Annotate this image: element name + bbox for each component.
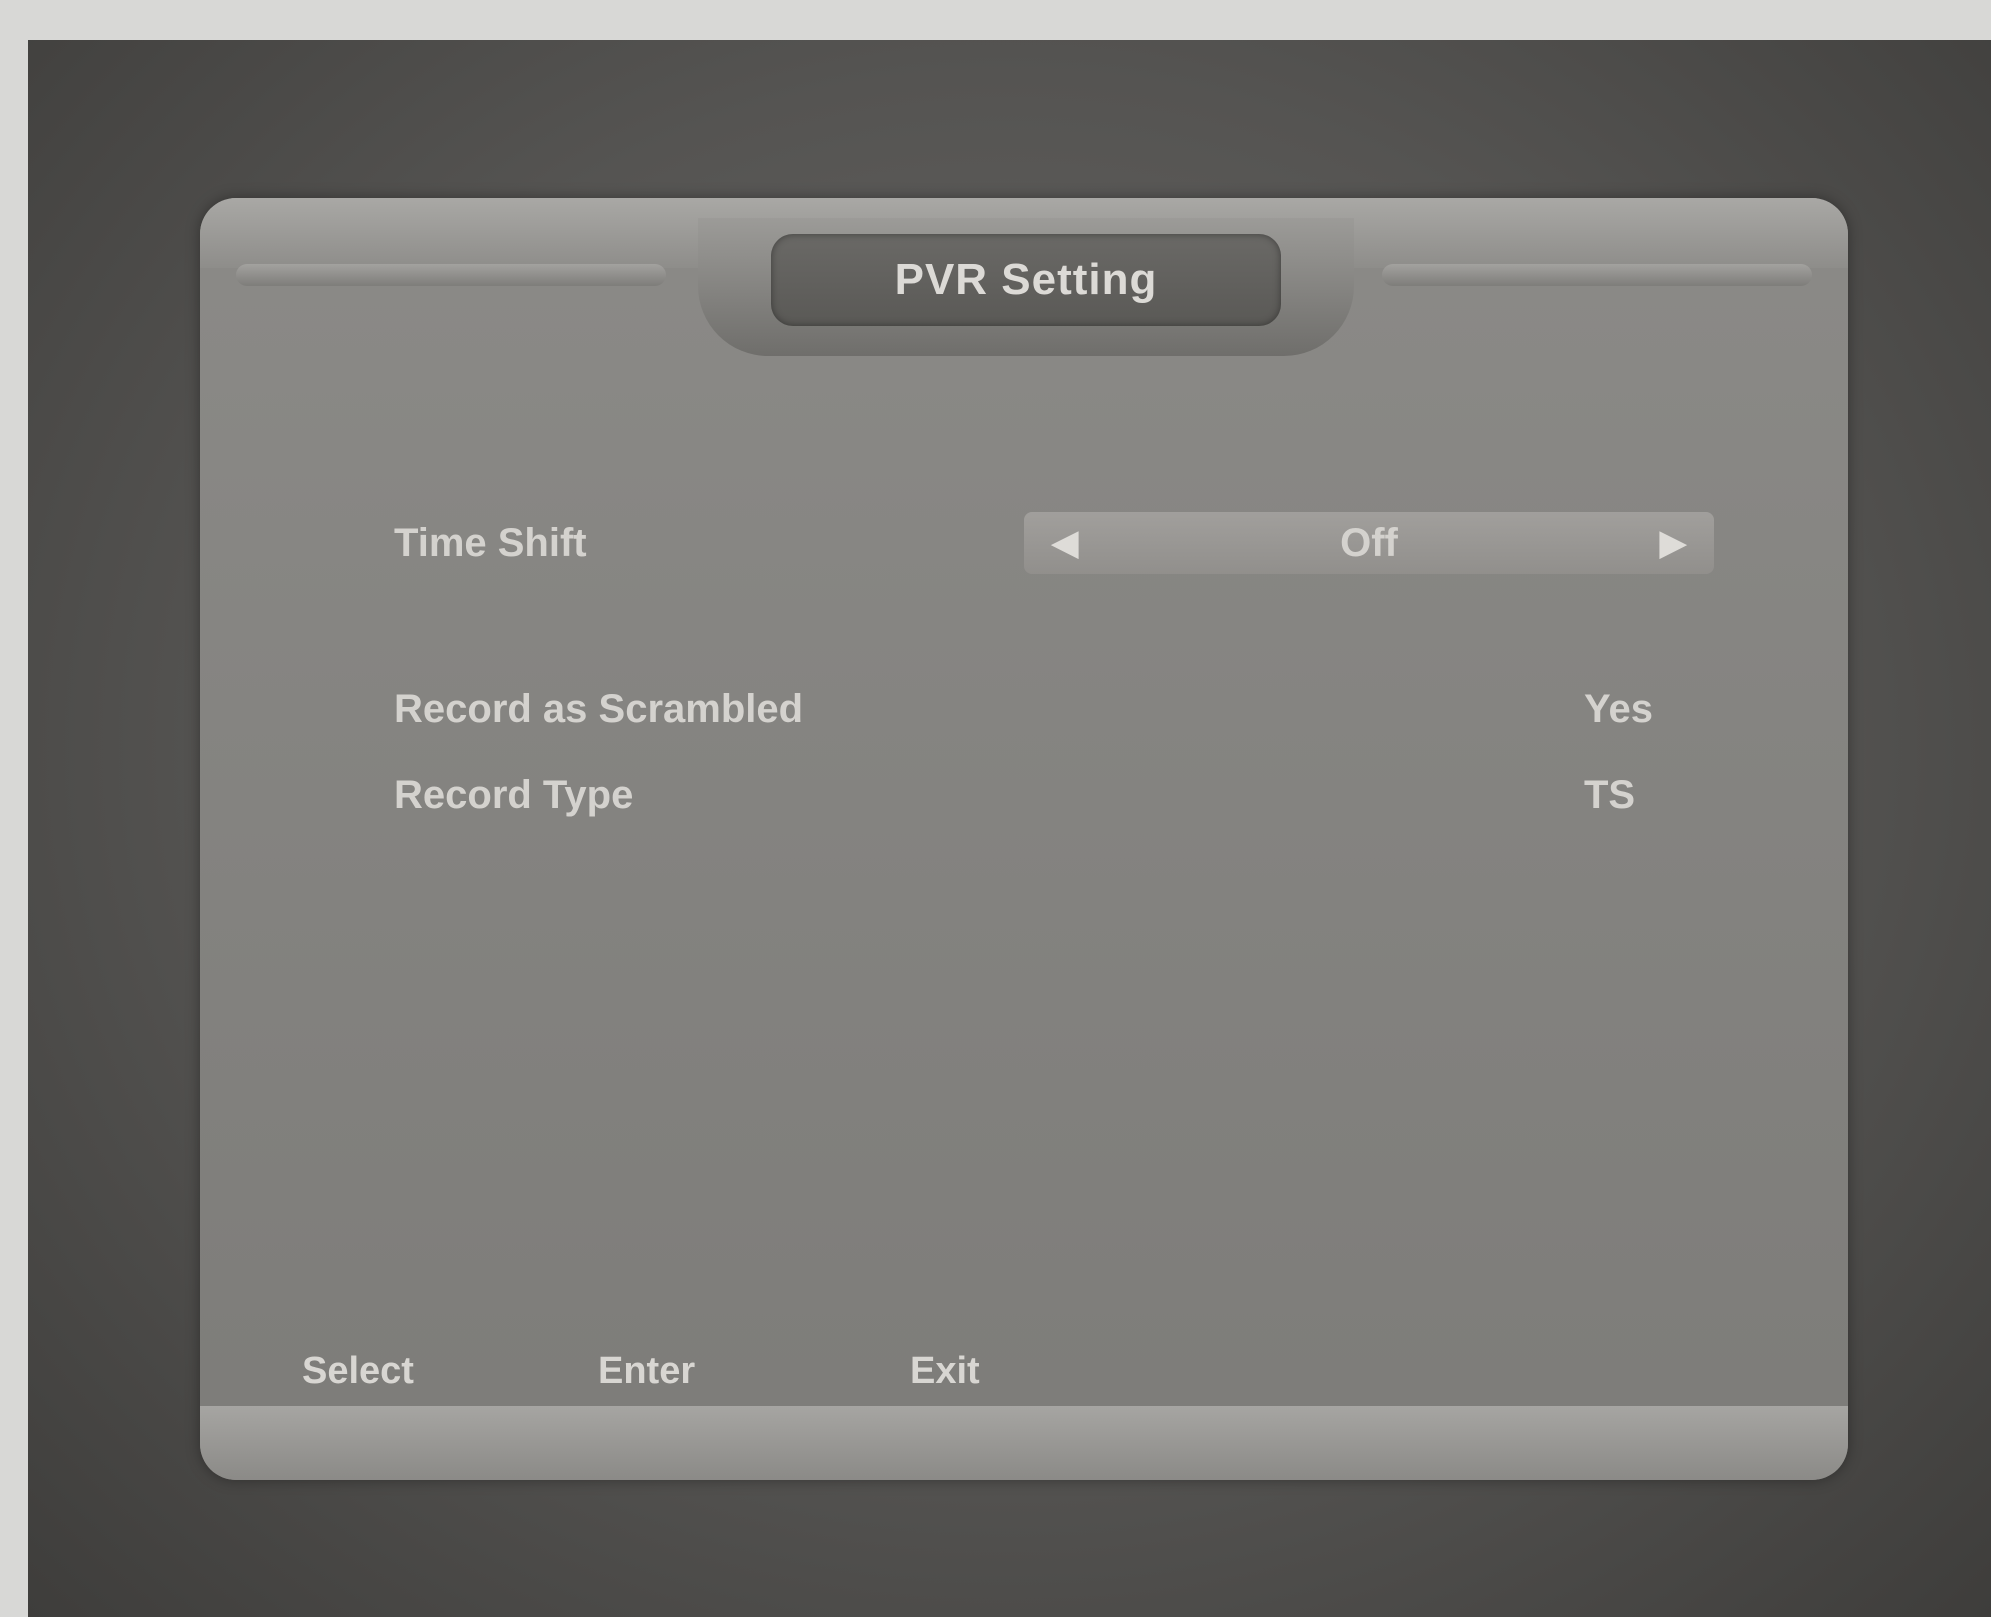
dialog-bottom-bar — [200, 1406, 1848, 1480]
setting-row-record-as-scrambled[interactable]: Record as Scrambled Yes — [394, 676, 1784, 742]
footer-select-hint: Select — [302, 1350, 414, 1392]
footer-exit-hint: Exit — [910, 1350, 980, 1392]
setting-value-record-type: TS — [1584, 772, 1636, 817]
setting-value-record-as-scrambled: Yes — [1584, 686, 1653, 731]
right-arrow-icon[interactable]: ▶ — [1660, 523, 1686, 563]
setting-value-time-shift: Off — [1340, 520, 1398, 565]
time-shift-selector[interactable]: ◀ Off ▶ — [1024, 512, 1714, 574]
footer-enter-hint: Enter — [598, 1350, 696, 1392]
setting-row-time-shift[interactable]: Time Shift ◀ Off ▶ — [394, 510, 1784, 576]
pvr-setting-dialog: PVR Setting Time Shift ◀ Off ▶ Record as… — [200, 198, 1848, 1480]
left-arrow-icon[interactable]: ◀ — [1052, 523, 1078, 563]
setting-label-record-type: Record Type — [394, 772, 634, 817]
setting-label-record-as-scrambled: Record as Scrambled — [394, 686, 804, 731]
tv-screen: PVR Setting Time Shift ◀ Off ▶ Record as… — [28, 40, 1991, 1617]
settings-menu: Time Shift ◀ Off ▶ Record as Scrambled Y… — [200, 198, 1848, 1480]
help-footer: Select Enter Exit — [252, 1338, 1796, 1408]
setting-row-record-type[interactable]: Record Type TS — [394, 762, 1784, 828]
setting-label-time-shift: Time Shift — [394, 520, 587, 565]
